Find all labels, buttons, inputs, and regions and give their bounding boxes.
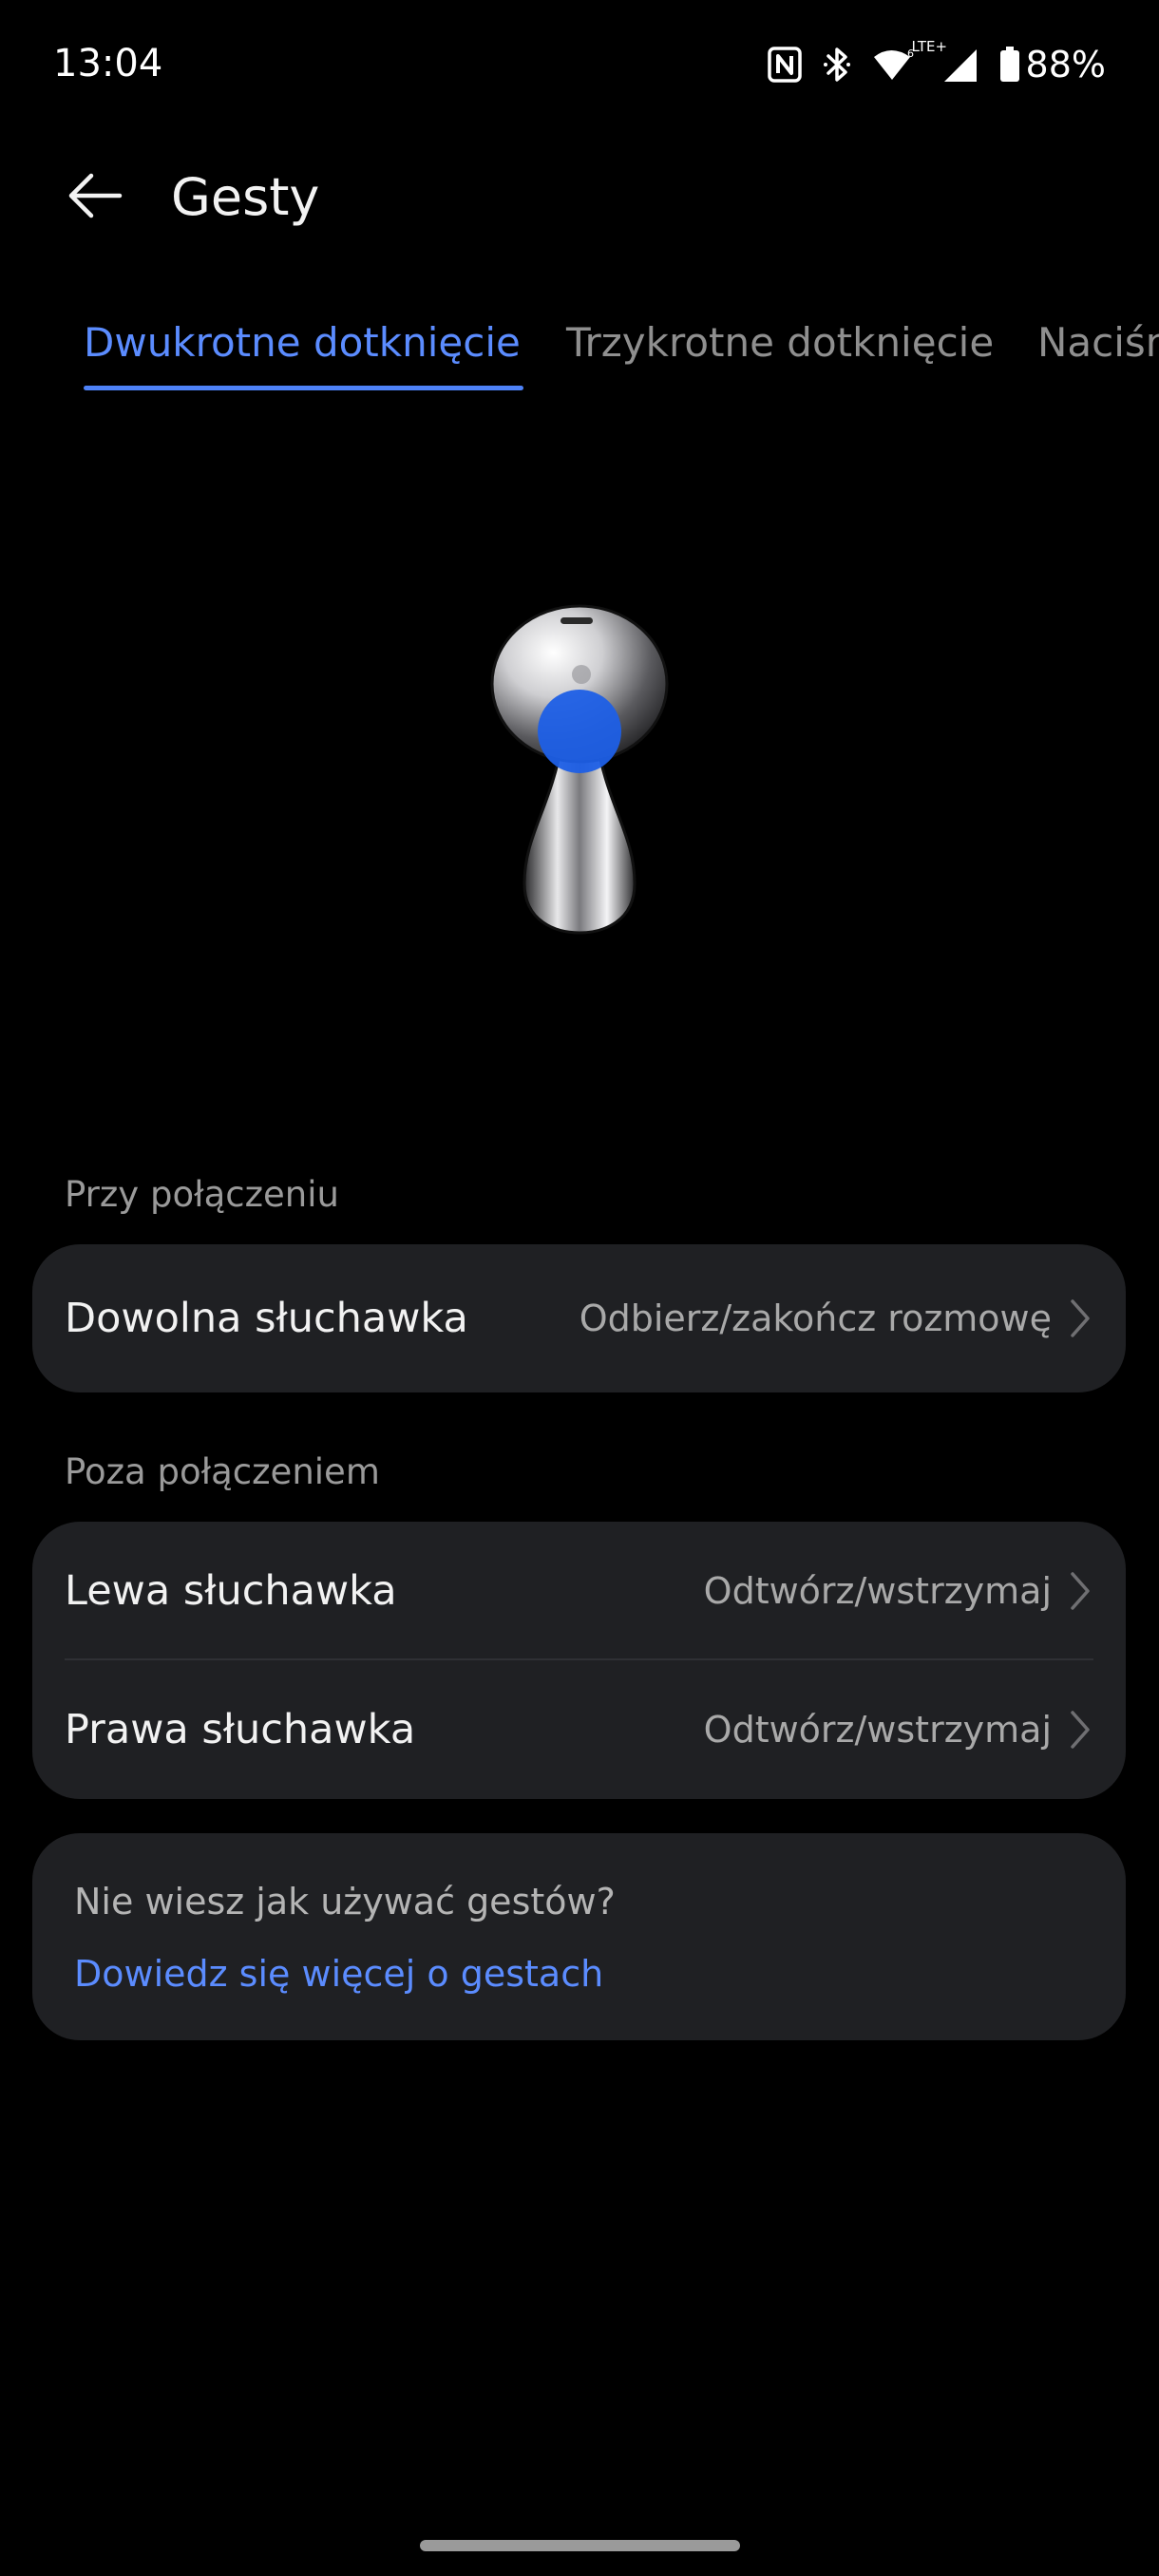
left-earbud-row[interactable]: Lewa słuchawka Odtwórz/wstrzymaj (32, 1522, 1126, 1660)
chevron-right-icon (1069, 1570, 1092, 1612)
status-time: 13:04 (53, 42, 163, 85)
page-title: Gesty (171, 167, 320, 227)
chevron-right-icon (1069, 1709, 1092, 1751)
help-question: Nie wiesz jak używać gestów? (74, 1881, 616, 1923)
tab-press-and-hold[interactable]: Naciśnij i przytrzymaj (1037, 319, 1159, 366)
chevron-right-icon (1069, 1297, 1092, 1339)
arrow-left-icon (66, 172, 124, 223)
battery-icon (999, 47, 1020, 83)
any-earbud-row[interactable]: Dowolna słuchawka Odbierz/zakończ rozmow… (32, 1244, 1126, 1392)
learn-more-gestures-link[interactable]: Dowiedz się więcej o gestach (74, 1953, 603, 1995)
row-value: Odtwórz/wstrzymaj (703, 1709, 1052, 1751)
battery-indicator: 88% (999, 44, 1106, 85)
earbud-image (475, 598, 684, 940)
tab-triple-tap[interactable]: Trzykrotne dotknięcie (566, 319, 994, 366)
gesture-help-card: Nie wiesz jak używać gestów? Dowiedz się… (32, 1833, 1126, 2040)
right-earbud-row[interactable]: Prawa słuchawka Odtwórz/wstrzymaj (32, 1660, 1126, 1799)
during-call-card: Dowolna słuchawka Odbierz/zakończ rozmow… (32, 1244, 1126, 1392)
status-bar: 13:04 6 LTE+ 88% (0, 0, 1159, 133)
home-indicator[interactable] (420, 2540, 740, 2551)
bluetooth-icon (823, 46, 851, 84)
status-icons: 6 LTE+ 88% (767, 38, 1106, 91)
gesture-tabs: Dwukrotne dotknięcie Trzykrotne dotknięc… (0, 313, 1159, 408)
row-label: Prawa słuchawka (65, 1706, 416, 1753)
row-value: Odbierz/zakończ rozmowę (579, 1297, 1052, 1339)
tab-double-tap[interactable]: Dwukrotne dotknięcie (84, 319, 521, 366)
section-header-during-call: Przy połączeniu (65, 1174, 339, 1215)
network-type-label: LTE+ (911, 38, 948, 55)
cellular-signal-icon: LTE+ (912, 38, 978, 84)
row-value: Odtwórz/wstrzymaj (703, 1570, 1052, 1612)
outside-call-card: Lewa słuchawka Odtwórz/wstrzymaj Prawa s… (32, 1522, 1126, 1799)
active-tab-indicator (84, 386, 523, 390)
section-header-outside-call: Poza połączeniem (65, 1451, 380, 1492)
battery-percentage: 88% (1025, 44, 1106, 85)
row-label: Lewa słuchawka (65, 1567, 397, 1615)
nfc-icon (767, 47, 802, 83)
back-button[interactable] (61, 163, 129, 232)
row-label: Dowolna słuchawka (65, 1295, 468, 1342)
